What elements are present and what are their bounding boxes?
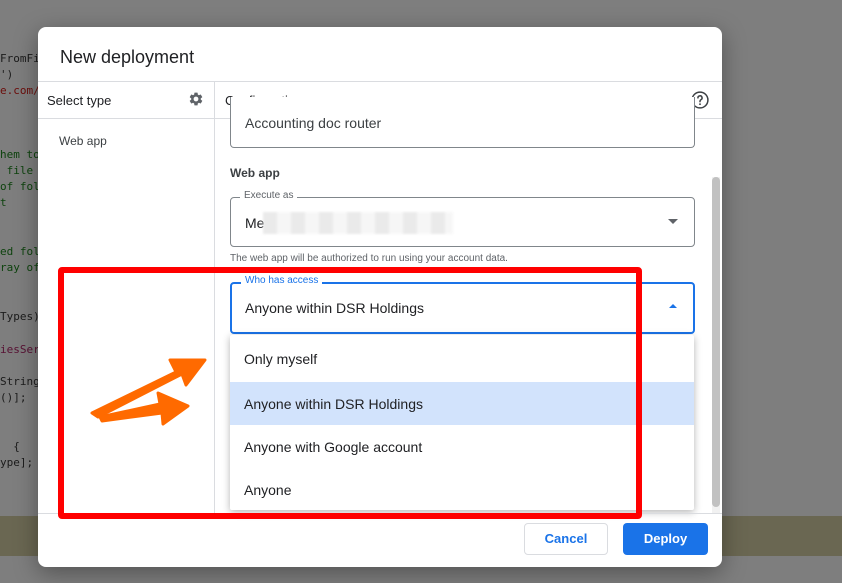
cancel-button[interactable]: Cancel <box>524 523 608 555</box>
description-value: Accounting doc router <box>245 115 382 131</box>
dialog-title: New deployment <box>60 47 195 67</box>
deploy-button[interactable]: Deploy <box>623 523 708 555</box>
gear-icon[interactable] <box>188 91 204 107</box>
description-field[interactable]: Accounting doc router <box>230 97 695 148</box>
execute-as-value: Me <box>245 215 265 231</box>
select-type-label: Select type <box>47 93 112 108</box>
scrollbar-thumb[interactable] <box>712 177 720 507</box>
chevron-down-icon <box>668 219 678 224</box>
redacted-email <box>263 212 453 234</box>
execute-as-select[interactable]: Execute as Me <box>230 190 695 247</box>
type-item-web-app[interactable]: Web app <box>59 134 107 148</box>
chevron-up-icon <box>669 304 677 308</box>
highlight-box <box>58 267 642 519</box>
execute-as-hint: The web app will be authorized to run us… <box>230 253 508 264</box>
web-app-section-title: Web app <box>230 166 280 180</box>
execute-as-label: Execute as <box>240 190 298 201</box>
